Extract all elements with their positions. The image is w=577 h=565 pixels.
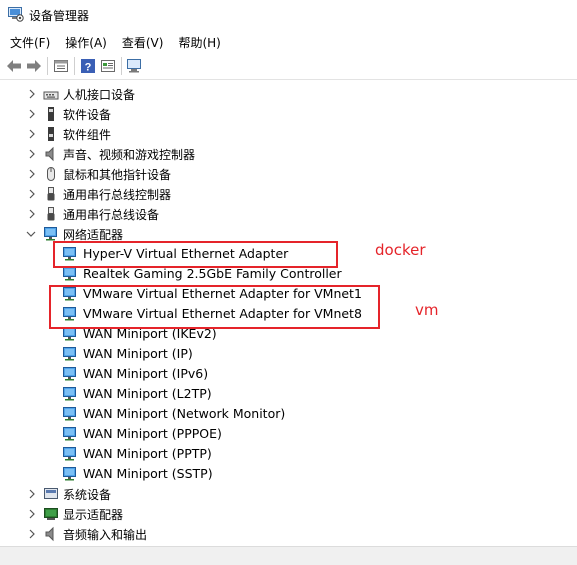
tree-device-label: WAN Miniport (IPv6): [83, 366, 209, 381]
tree-category-system-devices[interactable]: 系统设备: [0, 484, 577, 504]
toolbar-separator: [47, 57, 48, 75]
tree-category-usb-controllers[interactable]: 通用串行总线控制器: [0, 184, 577, 204]
chevron-right-icon[interactable]: [27, 509, 37, 519]
status-bar: [0, 546, 577, 565]
network-adapter-icon: [44, 227, 57, 241]
window-title: 设备管理器: [29, 9, 90, 23]
chevron-down-icon[interactable]: [26, 229, 36, 239]
chevron-right-icon[interactable]: [27, 169, 37, 179]
tree-category-label: 软件设备: [63, 108, 112, 122]
chevron-right-icon[interactable]: [27, 149, 37, 159]
network-adapter-icon: [63, 347, 76, 361]
tree-device-wan-pppoe[interactable]: WAN Miniport (PPPOE): [0, 424, 577, 444]
tree-device-label: WAN Miniport (IP): [83, 346, 193, 361]
tree-category-label: 通用串行总线控制器: [63, 188, 172, 202]
network-adapter-icon: [63, 467, 76, 481]
tree-category-audio-io[interactable]: 音频输入和输出: [0, 524, 577, 544]
mouse-icon: [47, 167, 55, 181]
title-bar: 设备管理器: [0, 0, 577, 30]
chevron-right-icon[interactable]: [27, 189, 37, 199]
tree-category-hid[interactable]: 人机接口设备: [0, 84, 577, 104]
annotation-label-docker: docker: [375, 241, 426, 259]
chevron-right-icon[interactable]: [27, 489, 37, 499]
network-adapter-icon: [63, 427, 76, 441]
tree-device-wan-ip[interactable]: WAN Miniport (IP): [0, 344, 577, 364]
usb-icon: [47, 187, 55, 201]
annotation-label-vm: vm: [415, 301, 439, 319]
tree-category-label: 显示适配器: [63, 508, 124, 522]
device-manager-window: 设备管理器 文件(F) 操作(A) 查看(V) 帮助(H) ? 人机接口设备 软…: [0, 0, 577, 565]
toolbar-separator: [121, 57, 122, 75]
network-adapter-icon: [63, 407, 76, 421]
forward-icon[interactable]: [24, 56, 44, 76]
tree-device-label: WAN Miniport (Network Monitor): [83, 406, 286, 421]
network-adapter-icon: [63, 367, 76, 381]
menu-help[interactable]: 帮助(H): [178, 32, 220, 53]
tree-device-label: Realtek Gaming 2.5GbE Family Controller: [83, 266, 342, 281]
tree-category-label: 软件组件: [63, 128, 112, 142]
chevron-right-icon[interactable]: [27, 529, 37, 539]
tree-category-label: 通用串行总线设备: [63, 208, 160, 222]
toolbar: ?: [0, 53, 577, 80]
menu-view[interactable]: 查看(V): [122, 32, 164, 53]
software-device-icon: [48, 107, 54, 121]
device-tree: 人机接口设备 软件设备 软件组件 声音、视频和游戏控制器 鼠标和其他指针设备 通…: [0, 81, 577, 546]
annotation-box-docker: [53, 241, 338, 268]
chevron-right-icon[interactable]: [27, 129, 37, 139]
software-component-icon: [48, 127, 54, 141]
network-adapter-icon: [63, 447, 76, 461]
tree-category-software-devices[interactable]: 软件设备: [0, 104, 577, 124]
tree-device-wan-l2tp[interactable]: WAN Miniport (L2TP): [0, 384, 577, 404]
chevron-right-icon[interactable]: [27, 109, 37, 119]
tree-category-label: 音频输入和输出: [63, 528, 148, 542]
back-icon[interactable]: [4, 56, 24, 76]
tree-device-label: WAN Miniport (L2TP): [83, 386, 212, 401]
tree-device-label: WAN Miniport (SSTP): [83, 466, 213, 481]
tree-device-wan-ipv6[interactable]: WAN Miniport (IPv6): [0, 364, 577, 384]
svg-text:?: ?: [85, 62, 92, 74]
tree-category-mouse[interactable]: 鼠标和其他指针设备: [0, 164, 577, 184]
tree-device-label: WAN Miniport (PPTP): [83, 446, 212, 461]
display-adapter-icon: [44, 508, 58, 520]
hid-icon: [43, 91, 59, 100]
tree-category-display-adapters[interactable]: 显示适配器: [0, 504, 577, 524]
tree-category-usb-devices[interactable]: 通用串行总线设备: [0, 204, 577, 224]
tree-category-label: 系统设备: [63, 488, 112, 502]
network-adapter-icon: [63, 267, 76, 281]
tree-category-label: 声音、视频和游戏控制器: [63, 148, 196, 162]
tree-device-wan-pptp[interactable]: WAN Miniport (PPTP): [0, 444, 577, 464]
chevron-right-icon[interactable]: [27, 209, 37, 219]
tree-category-sound[interactable]: 声音、视频和游戏控制器: [0, 144, 577, 164]
tree-category-label: 人机接口设备: [63, 88, 136, 102]
tree-category-software-components[interactable]: 软件组件: [0, 124, 577, 144]
usb-icon: [47, 207, 55, 221]
tree-device-label: WAN Miniport (PPPOE): [83, 426, 222, 441]
scan-hardware-icon[interactable]: [125, 56, 145, 76]
tree-device-wan-sstp[interactable]: WAN Miniport (SSTP): [0, 464, 577, 484]
annotation-box-vm: [49, 285, 380, 329]
tree-device-wan-network-monitor[interactable]: WAN Miniport (Network Monitor): [0, 404, 577, 424]
chevron-right-icon[interactable]: [27, 89, 37, 99]
menu-action[interactable]: 操作(A): [65, 32, 107, 53]
system-device-icon: [44, 488, 58, 499]
help-icon[interactable]: ?: [78, 56, 98, 76]
toolbar-separator: [74, 57, 75, 75]
properties-icon[interactable]: [51, 56, 71, 76]
tree-category-label: 鼠标和其他指针设备: [63, 168, 172, 182]
view-icon[interactable]: [98, 56, 118, 76]
network-adapter-icon: [63, 387, 76, 401]
device-manager-app-icon: [8, 7, 24, 22]
speaker-icon: [45, 146, 54, 162]
menu-bar: 文件(F) 操作(A) 查看(V) 帮助(H): [0, 31, 577, 53]
menu-file[interactable]: 文件(F): [10, 32, 50, 53]
audio-io-icon: [45, 526, 54, 542]
